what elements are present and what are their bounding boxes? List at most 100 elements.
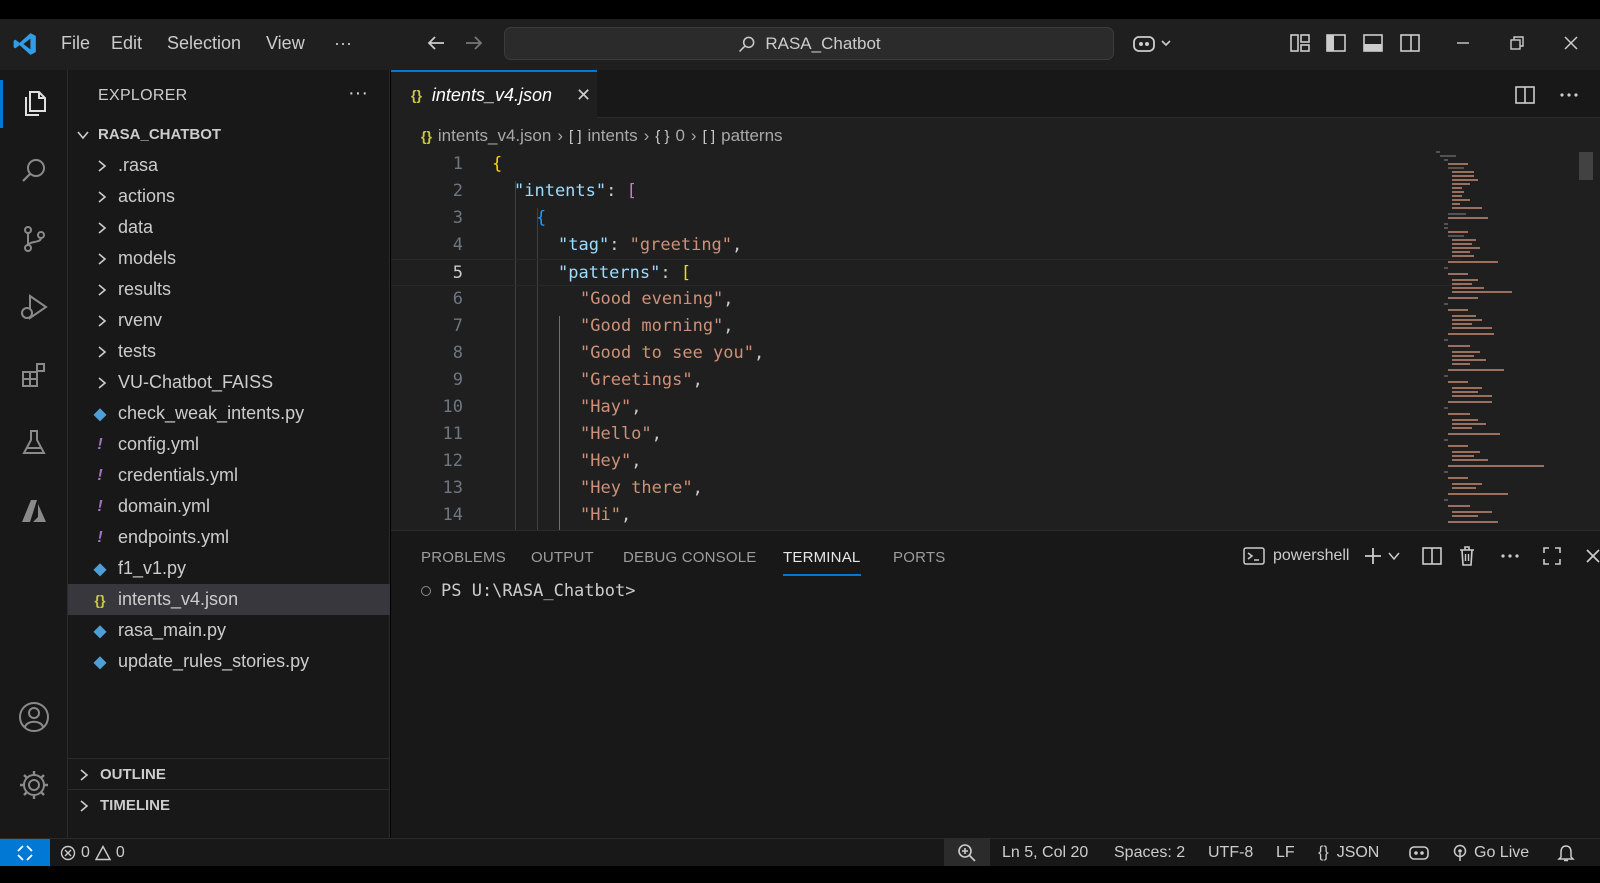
shell-label[interactable]: powershell	[1273, 547, 1349, 565]
active-tab-underline	[783, 574, 861, 576]
restore-icon[interactable]	[1506, 32, 1528, 54]
code-token: {	[536, 208, 547, 228]
copilot-status-icon[interactable]	[1408, 843, 1430, 863]
arrow-left-icon[interactable]	[424, 31, 448, 55]
code-line: 3{	[391, 205, 1461, 232]
encoding[interactable]: UTF-8	[1208, 844, 1253, 862]
tree-item[interactable]: ! domain.yml	[68, 491, 390, 522]
command-center-search[interactable]: RASA_Chatbot	[504, 27, 1114, 60]
close-panel-icon[interactable]	[1583, 546, 1600, 566]
remote-indicator[interactable]	[0, 839, 50, 867]
tree-item[interactable]: ! endpoints.yml	[68, 522, 390, 553]
account-icon[interactable]	[17, 700, 51, 734]
tree-item[interactable]: ◆ f1_v1.py	[68, 553, 390, 584]
source-control-icon[interactable]	[17, 222, 51, 256]
chevron-down-icon[interactable]	[1387, 549, 1401, 563]
menu-file[interactable]: File	[61, 33, 90, 54]
workspace-root[interactable]: RASA_CHATBOT	[76, 126, 221, 143]
chevron-right-icon	[78, 799, 90, 813]
toggle-panel-icon[interactable]	[1362, 32, 1384, 54]
tab-intents-v4-json[interactable]: {} intents_v4.json ✕	[391, 70, 597, 118]
code-line: 8 "Good to see you",	[391, 340, 1461, 367]
tree-item-label: rvenv	[118, 310, 163, 330]
go-live-button[interactable]: Go Live	[1452, 844, 1529, 862]
zoom-indicator[interactable]	[944, 839, 990, 867]
breadcrumb-separator: ›	[557, 126, 563, 145]
menu-view[interactable]: View	[266, 33, 305, 54]
editor-scrollbar[interactable]	[1579, 152, 1593, 180]
more-actions-icon[interactable]	[1558, 84, 1580, 106]
code-token: ,	[651, 424, 662, 444]
command-center-label: RASA_Chatbot	[765, 33, 881, 53]
close-icon[interactable]: ✕	[576, 85, 591, 106]
tree-item-label: results	[118, 279, 172, 299]
tree-item[interactable]: ◆ update_rules_stories.py	[68, 646, 390, 677]
problems-indicator[interactable]: 0 0	[60, 844, 125, 862]
menu-more[interactable]: ···	[334, 33, 352, 54]
maximize-panel-icon[interactable]	[1541, 545, 1563, 567]
tree-item[interactable]: ! config.yml	[68, 429, 390, 460]
code-editor[interactable]: 1{2 "intents": [3{4 "tag": "greeting", 5 "pa…	[391, 151, 1461, 530]
breadcrumb-index[interactable]: 0	[675, 126, 684, 146]
tree-item[interactable]: VU-Chatbot_FAISS	[68, 367, 390, 398]
panel-actions: powershell	[1243, 545, 1600, 567]
line-ending[interactable]: LF	[1276, 844, 1295, 862]
tree-item[interactable]: results	[68, 274, 390, 305]
tab-ports[interactable]: PORTS	[893, 549, 945, 566]
split-editor-icon[interactable]	[1514, 84, 1536, 106]
breadcrumb-intents[interactable]: intents	[588, 126, 638, 146]
tab-output[interactable]: OUTPUT	[531, 549, 594, 566]
minimize-icon[interactable]	[1452, 32, 1474, 54]
indentation[interactable]: Spaces: 2	[1114, 844, 1185, 862]
tree-item[interactable]: .rasa	[68, 150, 390, 181]
timeline-section[interactable]: TIMELINE	[68, 789, 390, 821]
active-indicator	[0, 80, 3, 128]
customize-layout-icon[interactable]	[1289, 32, 1311, 54]
explorer-icon[interactable]	[17, 86, 51, 120]
tree-item[interactable]: rvenv	[68, 305, 390, 336]
gear-icon[interactable]	[17, 768, 51, 802]
tree-item[interactable]: data	[68, 212, 390, 243]
code-line: 7 "Good morning",	[391, 313, 1461, 340]
tab-problems[interactable]: PROBLEMS	[421, 549, 506, 566]
line-number: 4	[452, 235, 463, 255]
tree-item[interactable]: ! credentials.yml	[68, 460, 390, 491]
plus-icon[interactable]	[1363, 546, 1383, 566]
tab-debug-console[interactable]: DEBUG CONSOLE	[623, 549, 756, 566]
minimap[interactable]	[1436, 151, 1556, 530]
tree-item[interactable]: tests	[68, 336, 390, 367]
tree-item[interactable]: {} intents_v4.json	[68, 584, 390, 615]
more-actions-icon[interactable]	[1499, 545, 1521, 567]
chevron-right-icon	[96, 159, 110, 173]
menu-selection[interactable]: Selection	[167, 33, 241, 54]
split-terminal-icon[interactable]	[1421, 545, 1443, 567]
run-debug-icon[interactable]	[17, 290, 51, 324]
vscode-logo-icon	[12, 31, 38, 57]
trash-icon[interactable]	[1457, 545, 1477, 567]
cursor-position[interactable]: Ln 5, Col 20	[1002, 844, 1088, 862]
code-token: ,	[631, 451, 642, 471]
breadcrumb-patterns[interactable]: patterns	[721, 126, 782, 146]
tree-item[interactable]: models	[68, 243, 390, 274]
language-mode[interactable]: {} JSON	[1318, 844, 1379, 862]
toggle-secondary-sidebar-icon[interactable]	[1399, 32, 1421, 54]
menu-edit[interactable]: Edit	[111, 33, 142, 54]
tree-item[interactable]: actions	[68, 181, 390, 212]
search-view-icon[interactable]	[17, 154, 51, 188]
outline-section[interactable]: OUTLINE	[68, 758, 390, 790]
tree-item[interactable]: ◆ rasa_main.py	[68, 615, 390, 646]
terminal-output[interactable]: PS U:\RASA_Chatbot>	[421, 581, 635, 601]
tree-item[interactable]: ◆ check_weak_intents.py	[68, 398, 390, 429]
azure-icon[interactable]	[17, 494, 51, 528]
toggle-primary-sidebar-icon[interactable]	[1325, 32, 1347, 54]
close-window-icon[interactable]	[1560, 32, 1582, 54]
tab-terminal[interactable]: TERMINAL	[783, 549, 860, 566]
python-file-icon: ◆	[93, 560, 107, 578]
bell-icon[interactable]	[1556, 843, 1576, 863]
testing-flask-icon[interactable]	[17, 426, 51, 460]
arrow-right-icon[interactable]	[462, 31, 486, 55]
explorer-more-button[interactable]: ···	[348, 82, 368, 105]
breadcrumb-file[interactable]: intents_v4.json	[438, 126, 551, 146]
copilot-icon[interactable]	[1132, 32, 1176, 56]
extensions-icon[interactable]	[17, 358, 51, 392]
